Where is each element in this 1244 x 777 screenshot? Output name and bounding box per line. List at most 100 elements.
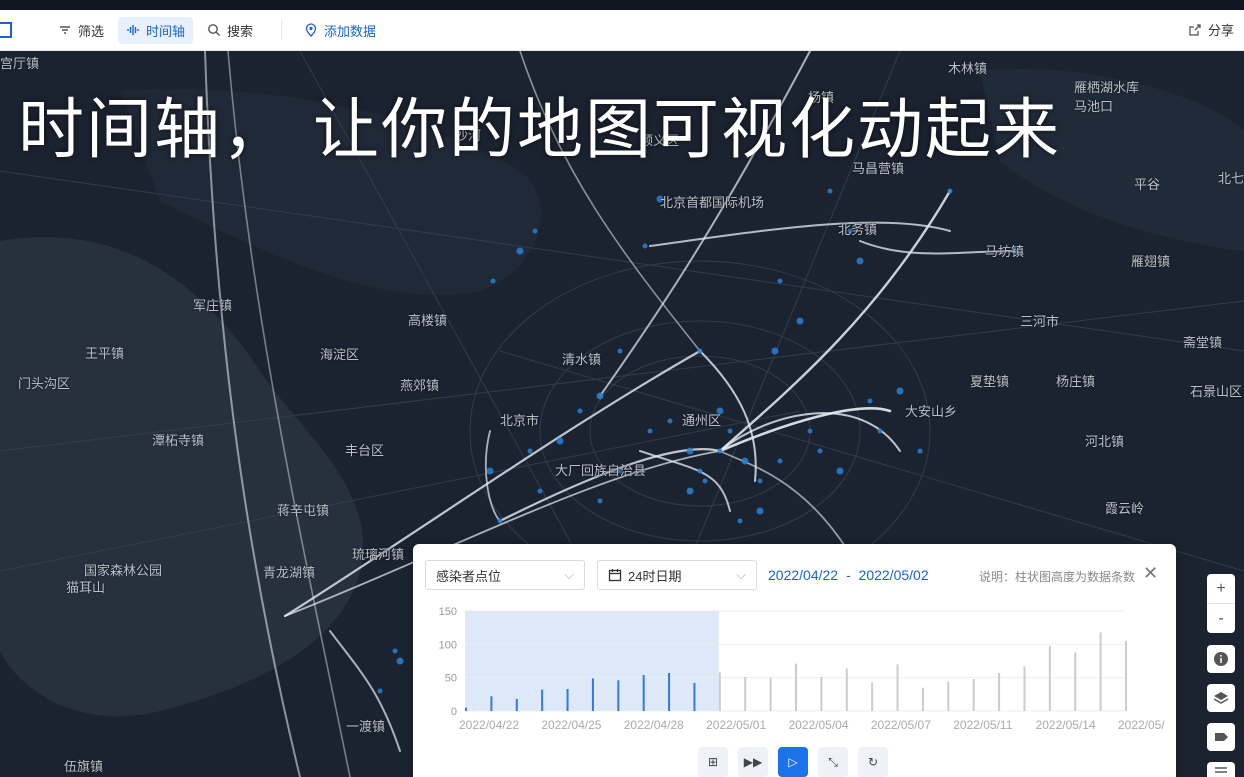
infected-point [717, 448, 723, 454]
bar[interactable] [465, 707, 467, 711]
range-start: 2022/04/22 [768, 567, 839, 583]
place-label: 木林镇 [948, 61, 988, 76]
infected-point [777, 278, 783, 284]
shrink-icon[interactable]: ⤡ [818, 747, 848, 777]
bar[interactable] [972, 679, 975, 711]
infected-point [392, 648, 398, 654]
play-icon[interactable]: ▷ [778, 747, 808, 777]
bar[interactable] [769, 677, 772, 711]
close-icon[interactable]: ✕ [1143, 563, 1158, 584]
infected-point [741, 457, 749, 465]
place-label: 北京首都国际机场 [660, 195, 765, 210]
layers-icon [1213, 692, 1229, 704]
bar[interactable] [921, 687, 924, 711]
layer-select[interactable]: 感染者点位 ⌵ [425, 560, 585, 590]
bar[interactable] [820, 677, 823, 711]
window-top-strip [0, 0, 1244, 10]
place-label: 猫耳山 [66, 580, 106, 595]
place-label: 军庄镇 [193, 298, 233, 313]
layers-button[interactable] [1207, 684, 1235, 712]
infected-point [686, 447, 694, 455]
bar[interactable] [845, 668, 848, 711]
bar[interactable] [1048, 645, 1051, 711]
place-label: 琉璃河镇 [352, 547, 405, 562]
infected-point [771, 347, 779, 355]
bar[interactable] [668, 673, 671, 711]
refresh-icon[interactable]: ↻ [858, 747, 888, 777]
x-tick-label: 2022/05/04 [788, 718, 848, 732]
infected-point [532, 228, 538, 234]
infected-point [597, 498, 603, 504]
bar[interactable] [871, 682, 874, 711]
place-label: 高楼镇 [408, 313, 448, 328]
bar[interactable] [947, 681, 950, 711]
layer-select-value: 感染者点位 [436, 568, 502, 584]
tag-icon [1215, 733, 1228, 741]
share-label: 分享 [1207, 23, 1234, 38]
bar[interactable] [591, 678, 594, 711]
bar[interactable] [642, 675, 645, 711]
place-label: 石景山区 [1190, 384, 1243, 399]
label-button[interactable] [1207, 723, 1235, 751]
legend-button[interactable] [1207, 762, 1235, 777]
bar[interactable] [566, 689, 569, 711]
bar[interactable] [515, 699, 518, 711]
timeline-button[interactable]: 时间轴 [118, 16, 194, 44]
place-label: 马池口 [1074, 99, 1114, 114]
place-label: 北七家 [1218, 171, 1244, 186]
x-tick-label: 2022/05/01 [706, 718, 766, 732]
x-tick-label: 2022/05/14 [1036, 718, 1096, 732]
add-data-button[interactable]: 添加数据 [296, 17, 384, 44]
place-label: 王平镇 [85, 346, 125, 361]
place-label: 伍旗镇 [64, 759, 104, 774]
toolbar-left-edge-icon[interactable] [0, 22, 12, 38]
place-label: 北京市 [500, 413, 540, 428]
info-button[interactable] [1207, 645, 1235, 673]
bar[interactable] [693, 683, 696, 711]
search-button[interactable]: 搜索 [199, 17, 261, 44]
bar[interactable] [1074, 652, 1077, 711]
fit-icon[interactable]: ⊞ [698, 747, 728, 777]
x-tick-label: 2022/04/25 [541, 718, 601, 732]
bar[interactable] [896, 664, 899, 711]
bar[interactable] [744, 677, 747, 711]
infected-point [947, 188, 953, 194]
list-icon [1215, 766, 1227, 773]
bar[interactable] [541, 689, 544, 711]
zoom-out-button[interactable]: - [1207, 604, 1235, 633]
bar[interactable] [1099, 632, 1102, 711]
place-label: 一渡镇 [346, 719, 386, 734]
filter-icon [60, 26, 70, 34]
infected-point [877, 428, 883, 434]
map-pin-icon [305, 23, 317, 37]
infected-point [796, 317, 804, 325]
timeline-label: 时间轴 [146, 23, 186, 39]
date-field-select[interactable]: 24时日期 ⌵ [597, 560, 757, 590]
infected-point [642, 243, 648, 249]
infected-point [516, 247, 524, 255]
infected-point [647, 428, 653, 434]
x-tick-label: 2022/04/28 [624, 718, 684, 732]
add-data-label: 添加数据 [324, 23, 377, 39]
timeline-bar-chart[interactable]: 0 50 100 150 2022/04/22 2022/04/25 2022/04/28 2… [425, 604, 1165, 739]
place-label: 夏垫镇 [970, 374, 1010, 389]
infected-point [527, 448, 533, 454]
fast-forward-icon[interactable]: ▶▶ [738, 747, 768, 777]
chevron-down-icon: ⌵ [564, 567, 574, 582]
x-tick-label: 2022/05/11 [953, 718, 1012, 732]
filter-button[interactable]: 筛选 [50, 17, 112, 44]
bar[interactable] [795, 663, 797, 711]
bar[interactable] [718, 672, 721, 711]
overlay-caption: 时间轴， 让你的地图可视化动起来 [18, 91, 1061, 168]
infected-point [537, 488, 543, 494]
bar[interactable] [617, 680, 620, 711]
y-tick-label: 150 [439, 606, 457, 618]
bar[interactable] [1023, 666, 1026, 711]
share-button[interactable]: 分享 [1188, 20, 1234, 39]
bar[interactable] [1125, 641, 1127, 711]
place-label: 潭柘寺镇 [152, 433, 205, 448]
zoom-in-button[interactable]: + [1207, 574, 1235, 604]
place-label: 清水镇 [562, 352, 602, 367]
bar[interactable] [490, 696, 493, 711]
bar[interactable] [998, 673, 1001, 711]
